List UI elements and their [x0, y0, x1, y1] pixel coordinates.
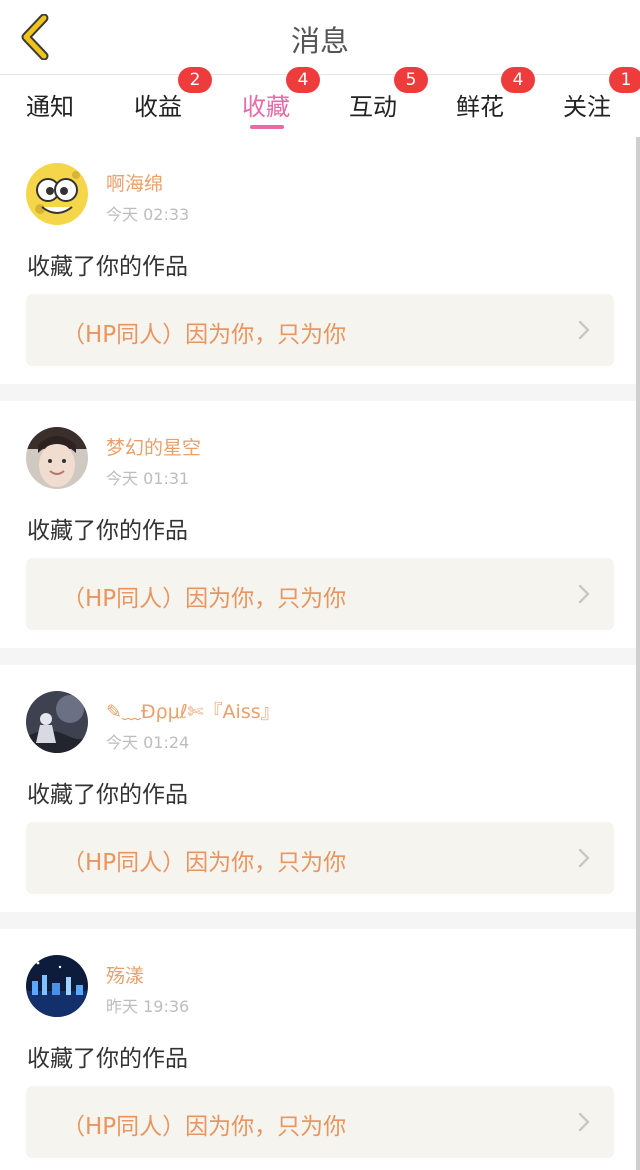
- avatar[interactable]: [26, 691, 88, 753]
- action-text: 收藏了你的作品: [27, 782, 188, 808]
- chevron-right-icon: [578, 1112, 590, 1132]
- tab-label: 通知: [26, 93, 74, 121]
- message-card: 梦幻的星空 今天 01:31 收藏了你的作品 （HP同人）因为你，只为你: [0, 401, 636, 648]
- tab-interactions[interactable]: 互动 5: [349, 67, 428, 137]
- tab-label: 互动: [349, 93, 397, 121]
- action-text: 收藏了你的作品: [27, 518, 188, 544]
- top-bar: 消息: [0, 0, 640, 75]
- unread-badge: 1: [609, 67, 640, 93]
- timestamp: 今天 01:31: [106, 469, 190, 488]
- timestamp: 今天 02:33: [106, 205, 190, 224]
- username[interactable]: 殇漾: [106, 961, 144, 988]
- unread-badge: 5: [394, 67, 428, 93]
- work-link[interactable]: （HP同人）因为你，只为你: [26, 294, 614, 366]
- username[interactable]: ✎﹏Ðρμℓ✄『Aiss』: [106, 697, 280, 724]
- work-title: （HP同人）因为你，只为你: [62, 850, 347, 876]
- avatar[interactable]: [26, 955, 88, 1017]
- username[interactable]: 啊海绵: [106, 169, 163, 196]
- message-card: 啊海绵 今天 02:33 收藏了你的作品 （HP同人）因为你，只为你: [0, 137, 636, 384]
- unread-badge: 4: [286, 67, 320, 93]
- message-list: 啊海绵 今天 02:33 收藏了你的作品 （HP同人）因为你，只为你 梦幻的星空…: [0, 137, 640, 1170]
- work-link[interactable]: （HP同人）因为你，只为你: [26, 822, 614, 894]
- work-title: （HP同人）因为你，只为你: [62, 586, 347, 612]
- chevron-right-icon: [578, 848, 590, 868]
- work-title: （HP同人）因为你，只为你: [62, 322, 347, 348]
- timestamp: 昨天 19:36: [106, 997, 190, 1016]
- tab-follows[interactable]: 关注 1: [563, 67, 640, 137]
- tab-earnings[interactable]: 收益 2: [134, 67, 212, 137]
- username[interactable]: 梦幻的星空: [106, 433, 201, 460]
- page-title: 消息: [290, 24, 349, 58]
- chevron-right-icon: [578, 320, 590, 340]
- boy-photo-avatar-icon: [26, 427, 88, 489]
- tab-flowers[interactable]: 鲜花 4: [456, 67, 535, 137]
- message-card: ✎﹏Ðρμℓ✄『Aiss』 今天 01:24 收藏了你的作品 （HP同人）因为你…: [0, 665, 636, 912]
- work-link[interactable]: （HP同人）因为你，只为你: [26, 558, 614, 630]
- sponge-avatar-icon: [26, 163, 88, 225]
- unread-badge: 2: [178, 67, 212, 93]
- night-city-avatar-icon: [26, 955, 88, 1017]
- dark-art-avatar-icon: [26, 691, 88, 753]
- tab-bar: 通知 收益 2 收藏 4 互动 5 鲜花 4 关注 1: [0, 67, 640, 137]
- work-link[interactable]: （HP同人）因为你，只为你: [26, 1086, 614, 1158]
- unread-badge: 4: [501, 67, 535, 93]
- avatar[interactable]: [26, 427, 88, 489]
- message-card: 殇漾 昨天 19:36 收藏了你的作品 （HP同人）因为你，只为你: [0, 929, 636, 1170]
- work-title: （HP同人）因为你，只为你: [62, 1114, 347, 1140]
- timestamp: 今天 01:24: [106, 733, 190, 752]
- chevron-right-icon: [578, 584, 590, 604]
- tab-favorites[interactable]: 收藏 4: [242, 67, 320, 137]
- tab-label: 收藏: [242, 93, 290, 121]
- action-text: 收藏了你的作品: [27, 1046, 188, 1072]
- tab-label: 收益: [134, 93, 182, 121]
- scrollbar[interactable]: [636, 137, 640, 1170]
- tab-label: 关注: [563, 93, 611, 121]
- action-text: 收藏了你的作品: [27, 254, 188, 280]
- tab-notifications[interactable]: 通知: [26, 75, 82, 137]
- tab-label: 鲜花: [456, 93, 504, 121]
- active-tab-indicator: [250, 125, 284, 129]
- avatar[interactable]: [26, 163, 88, 225]
